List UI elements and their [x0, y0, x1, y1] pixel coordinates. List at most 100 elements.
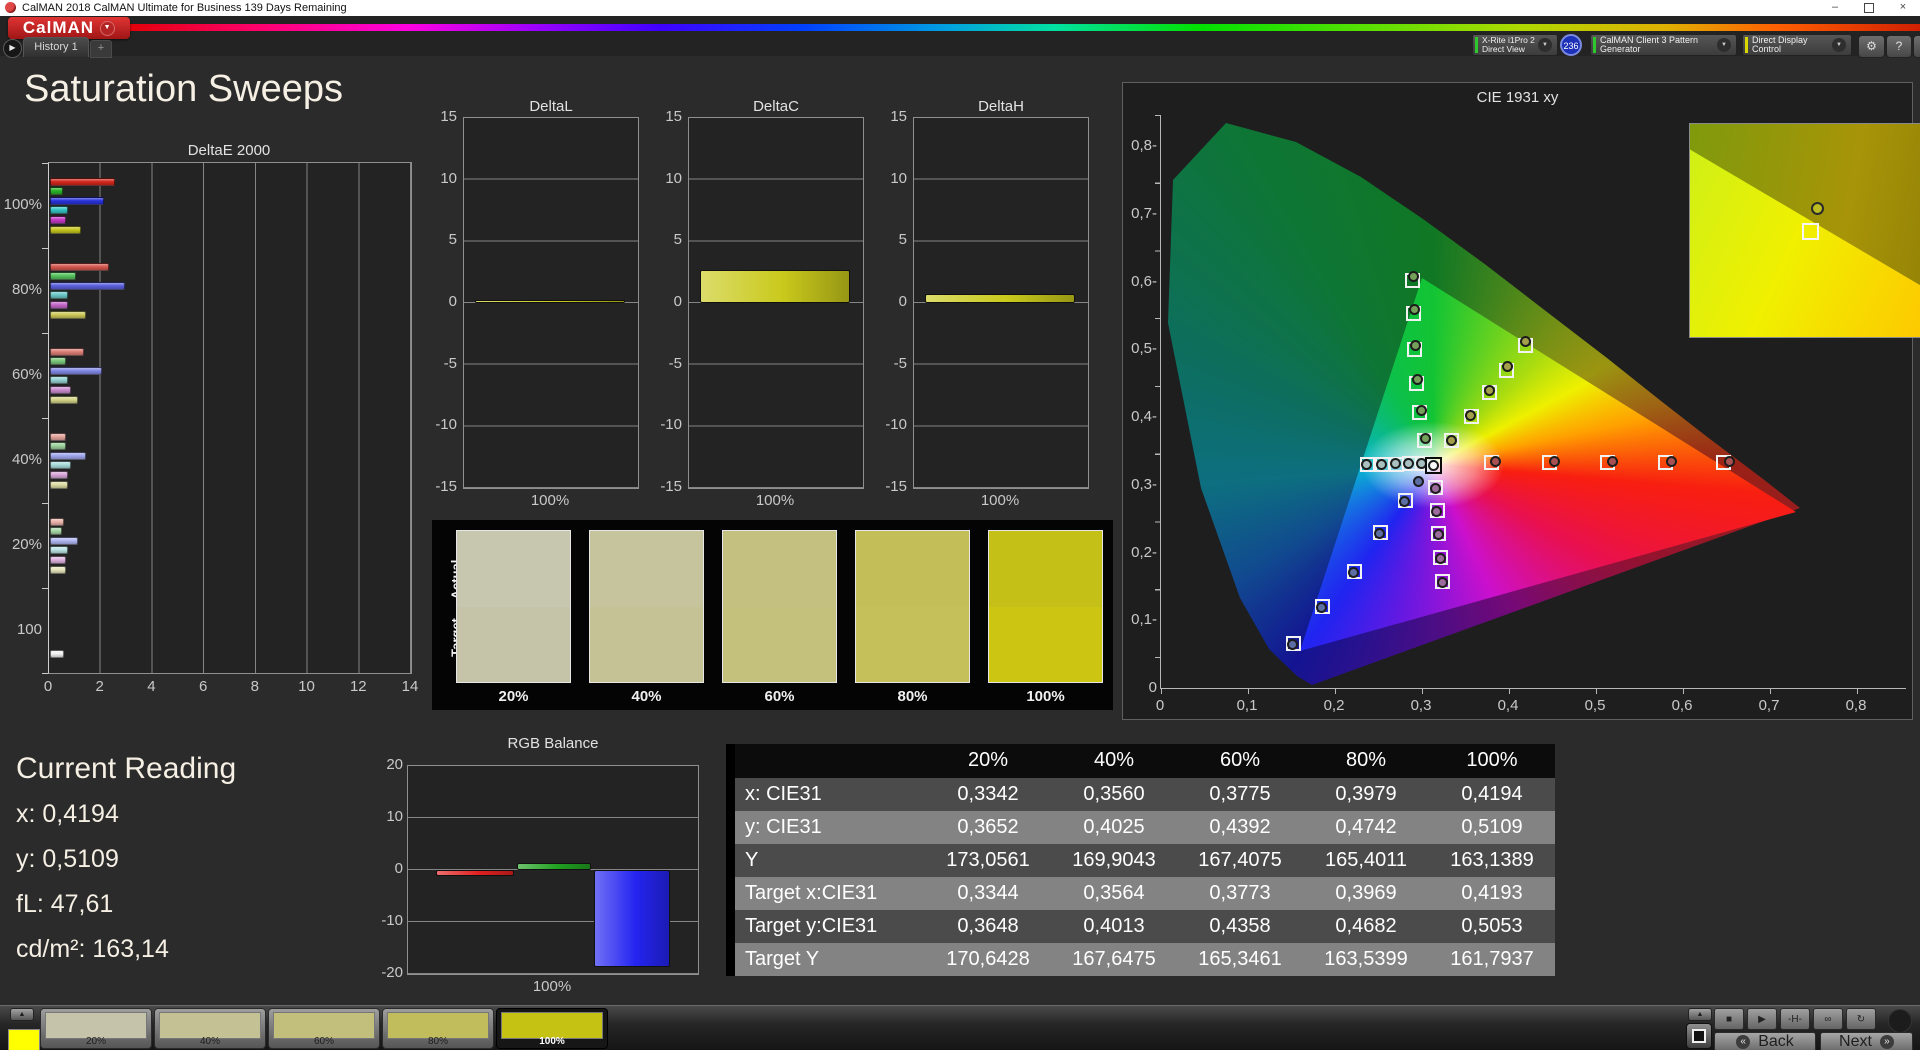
- table-cell: 169,9043: [1072, 849, 1156, 871]
- deltae-bar-100%-1: [50, 187, 63, 196]
- source-dropdown[interactable]: CalMAN Client 3 Pattern Generator ▼: [1590, 34, 1737, 56]
- swatch-actual: [989, 531, 1102, 607]
- patch-button-20%[interactable]: 20%: [40, 1008, 152, 1049]
- cie-measured-blue: [1413, 475, 1425, 487]
- table-row-label: Y: [745, 849, 759, 871]
- table-corner-cell: [735, 744, 925, 778]
- pattern-button[interactable]: -H-: [1780, 1008, 1810, 1030]
- swatch-label: 100%: [1026, 688, 1065, 705]
- settings-button[interactable]: ⚙: [1858, 35, 1885, 58]
- deltae-bar-80%-2: [50, 281, 125, 290]
- cie-measured-red: [1723, 455, 1735, 467]
- table-row-label: Target Y: [745, 948, 820, 970]
- deltaL-y-tick: 5: [448, 231, 457, 249]
- next-button-label: Next: [1839, 1033, 1872, 1050]
- rgb-y-tick: -20: [381, 964, 403, 981]
- deltae-x-tick: 4: [147, 678, 156, 695]
- cie-y-tick: 0: [1148, 679, 1157, 696]
- calman-logo-label: CalMAN: [22, 18, 95, 37]
- inset-target-point: [1802, 222, 1820, 240]
- loop-button[interactable]: ∞: [1813, 1008, 1843, 1030]
- rgb-bar-blue: [594, 870, 670, 967]
- swatch-actual: [590, 531, 703, 607]
- cie-1931-chart: [1155, 115, 1920, 694]
- inset-measured-point: [1810, 202, 1824, 216]
- table-cell: 0,4392: [1209, 816, 1271, 838]
- cie-x-ticks: [1161, 689, 1906, 694]
- next-button[interactable]: Next »: [1820, 1032, 1913, 1050]
- patch-button-40%[interactable]: 40%: [154, 1008, 266, 1049]
- table-row-label: Target y:CIE31: [745, 915, 878, 937]
- patch-button-60%[interactable]: 60%: [268, 1008, 380, 1049]
- patch-button-label: 20%: [85, 1036, 106, 1047]
- deltaC-y-tick: -10: [660, 416, 682, 434]
- table-cell: 167,4075: [1198, 849, 1282, 871]
- deltae-bar-20%-4: [50, 555, 66, 564]
- play-button[interactable]: ▶: [1747, 1008, 1777, 1030]
- stop-button[interactable]: ■: [1714, 1008, 1744, 1030]
- deltae-x-tick: 8: [250, 678, 260, 695]
- minimize-button[interactable]: –: [1818, 0, 1852, 16]
- deltah-chart: [913, 117, 1089, 489]
- table-row-label: x: CIE31: [745, 783, 822, 805]
- table-left-strip: [726, 744, 735, 976]
- deltae-bar-60%-1: [50, 357, 66, 366]
- cie-x-tick: 0,2: [1323, 697, 1345, 714]
- deltaL-y-tick: 15: [440, 108, 457, 125]
- cie-y-tick: 0,8-: [1131, 137, 1157, 154]
- table-cell: 161,7937: [1450, 948, 1534, 970]
- restore-button[interactable]: [1852, 0, 1886, 16]
- pattern-window-button[interactable]: [1686, 1023, 1712, 1049]
- patch-button-100%[interactable]: 100%: [496, 1008, 608, 1049]
- chevron-down-icon: ▼: [1717, 38, 1731, 52]
- deltaH-y-tick: 10: [890, 169, 907, 187]
- table-header-cell: 80%: [1345, 749, 1387, 771]
- help-icon: ?: [1895, 39, 1903, 53]
- deltae-x-tick: 10: [298, 678, 315, 695]
- table-cell: 0,3652: [957, 816, 1019, 838]
- deltaC-y-tick: 5: [673, 231, 682, 249]
- swatch-target: [989, 606, 1102, 682]
- swatch-label: 40%: [631, 688, 662, 705]
- table-cell: 0,4025: [1083, 816, 1145, 838]
- patch-button-80%[interactable]: 80%: [382, 1008, 494, 1049]
- table-cell: 0,3648: [957, 915, 1019, 937]
- calman-logo-button[interactable]: CalMAN ▼: [8, 17, 130, 39]
- current-reading-title: Current Reading: [16, 752, 237, 785]
- rgb-balance-x-label: 100%: [532, 978, 572, 995]
- current-reading-fl: fL: 47,61: [16, 890, 114, 918]
- deltae-bar-20%-0: [50, 517, 65, 526]
- deltae-bar-60%-3: [50, 376, 69, 385]
- help-button[interactable]: ?: [1886, 35, 1912, 58]
- meter-count-badge[interactable]: 236: [1560, 34, 1582, 56]
- tab-history-1[interactable]: History 1: [23, 37, 89, 57]
- collapse-panel-button[interactable]: ◀: [1913, 35, 1920, 58]
- current-reading-cdm2: cd/m²: 163,14: [16, 935, 169, 963]
- deltae-group-label: 100: [16, 621, 42, 638]
- cie-white-point-measured: [1427, 459, 1439, 471]
- cie-y-ticks: [1155, 115, 1160, 688]
- deltae-group-label: 80%: [11, 281, 42, 298]
- table-cell: 163,1389: [1450, 849, 1534, 871]
- expand-swatches-button[interactable]: ▲: [10, 1008, 34, 1021]
- source-label: CalMAN Client 3 Pattern Generator: [1600, 35, 1699, 54]
- table-cell: 0,3773: [1209, 882, 1271, 904]
- deltae-bar-40%-0: [50, 432, 66, 441]
- add-tab-button[interactable]: +: [90, 40, 112, 58]
- swatch-20%: [456, 530, 571, 683]
- expand-transport-button[interactable]: ▲: [1688, 1008, 1712, 1021]
- meter-dropdown[interactable]: X-Rite i1Pro 2 Direct View ▼: [1472, 34, 1558, 56]
- close-button[interactable]: ×: [1886, 0, 1920, 16]
- back-button[interactable]: « Back: [1714, 1032, 1816, 1050]
- display-control-dropdown[interactable]: Direct Display Control ▼: [1742, 34, 1852, 56]
- refresh-button[interactable]: ↻: [1846, 1008, 1876, 1030]
- run-tab-button[interactable]: ▶: [3, 39, 22, 58]
- deltaH-y-tick: -10: [885, 416, 907, 434]
- swatch-target: [723, 606, 836, 682]
- status-indicator-button[interactable]: [1888, 1009, 1912, 1033]
- patch-button-label: 60%: [313, 1036, 334, 1047]
- table-row: Target y:CIE31 0,3648 0,4013 0,4358 0,4682 0,…: [735, 910, 1555, 943]
- deltae2000-chart-title: DeltaE 2000: [187, 142, 271, 159]
- deltae-bar-40%-3: [50, 461, 71, 470]
- swatch-label: 60%: [764, 688, 795, 705]
